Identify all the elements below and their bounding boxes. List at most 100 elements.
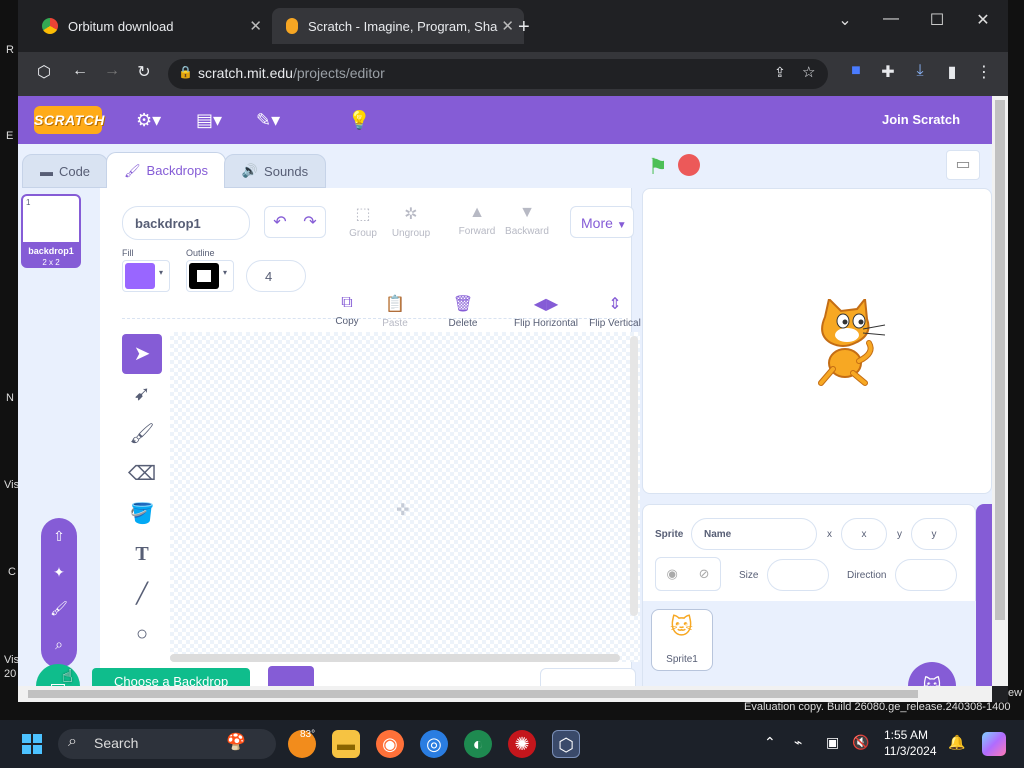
scratch-cat-sprite[interactable] bbox=[803, 299, 889, 389]
y-input[interactable]: y bbox=[911, 518, 957, 550]
undo-icon[interactable]: ↶ bbox=[273, 212, 286, 232]
chrome-icon[interactable]: ◎ bbox=[420, 730, 448, 758]
volume-icon[interactable]: 🔇 bbox=[852, 734, 869, 751]
file-menu-icon[interactable]: ▤▾ bbox=[196, 110, 222, 131]
cat-add-icon: 🐱 bbox=[922, 676, 942, 686]
tab-code[interactable]: ▬ Code bbox=[22, 154, 108, 188]
browser-window: Orbitum download ✕ Scratch - Imagine, Pr… bbox=[18, 0, 1008, 702]
fill-color-picker[interactable]: ▾ bbox=[122, 260, 170, 292]
desktop-label: C bbox=[8, 566, 16, 578]
tab-backdrops[interactable]: 🖌 Backdrops bbox=[106, 152, 226, 188]
edge-icon[interactable]: ◐ bbox=[464, 730, 492, 758]
bookmark-star-icon[interactable]: ☆ bbox=[802, 63, 815, 81]
stage-target-pane[interactable] bbox=[976, 504, 992, 686]
clock-date[interactable]: 11/3/2024 bbox=[884, 744, 937, 758]
surprise-icon[interactable]: ✦ bbox=[41, 564, 77, 581]
clock-time[interactable]: 1:55 AM bbox=[884, 728, 928, 742]
redo-icon[interactable]: ↷ bbox=[303, 212, 316, 232]
reload-icon[interactable]: ↻ bbox=[132, 62, 156, 82]
page-vertical-scrollbar[interactable] bbox=[992, 96, 1008, 686]
orbitum-menu-icon[interactable]: ⬡ bbox=[32, 62, 56, 82]
share-icon[interactable]: ⇪ bbox=[774, 64, 786, 81]
minimize-button[interactable]: — bbox=[868, 10, 914, 28]
vertical-scrollbar[interactable] bbox=[630, 336, 638, 616]
video-extension-icon[interactable]: ■ bbox=[844, 62, 868, 80]
delete-button[interactable]: 🗑 Delete bbox=[434, 294, 492, 329]
address-bar[interactable]: 🔒 scratch.mit.edu/projects/editor ⇪ ☆ bbox=[168, 59, 828, 89]
horizontal-scrollbar[interactable] bbox=[170, 654, 620, 662]
network-icon[interactable]: ⌁ bbox=[794, 734, 802, 751]
taskbar-search-box[interactable]: ⌕ Search 🍄 bbox=[58, 729, 276, 759]
orbitum-taskbar-icon[interactable]: ⬡ bbox=[552, 730, 580, 758]
size-input[interactable] bbox=[767, 559, 829, 591]
more-button[interactable]: More ▼ bbox=[570, 206, 634, 238]
firefox-icon[interactable]: ◉ bbox=[376, 730, 404, 758]
stop-icon[interactable] bbox=[678, 154, 700, 176]
settings-gear-icon[interactable]: ⚙▾ bbox=[136, 110, 161, 131]
convert-button[interactable] bbox=[268, 666, 314, 686]
desktop-label: Vis bbox=[4, 479, 20, 491]
scratch-logo[interactable]: SCRATCH bbox=[34, 106, 104, 134]
stage[interactable] bbox=[642, 188, 992, 494]
line-tool-icon[interactable]: ╱ bbox=[122, 574, 162, 614]
tab-scratch[interactable]: Scratch - Imagine, Program, Sha ✕ bbox=[272, 8, 524, 44]
costume-name-input[interactable]: backdrop1 bbox=[122, 206, 250, 240]
sprite-thumbnail[interactable]: 🐱 Sprite1 bbox=[651, 609, 713, 671]
backdrop-thumbnail[interactable]: 1 backdrop1 2 x 2 bbox=[21, 194, 81, 268]
outline-width-input[interactable]: 4 bbox=[246, 260, 306, 292]
tab-orbitum[interactable]: Orbitum download ✕ bbox=[28, 8, 272, 44]
close-tab-icon[interactable]: ✕ bbox=[249, 17, 262, 35]
upload-icon[interactable]: ⇧ bbox=[41, 528, 77, 545]
paint-icon[interactable]: 🖌 bbox=[41, 600, 77, 617]
hide-eye-icon[interactable]: ⊘ bbox=[699, 566, 710, 582]
browser-menu-icon[interactable]: ⋮ bbox=[972, 62, 996, 82]
brush-tool-icon[interactable]: 🖌 bbox=[122, 414, 162, 454]
outline-color-picker[interactable]: ▾ bbox=[186, 260, 234, 292]
download-icon[interactable]: ⤓ bbox=[908, 62, 932, 80]
show-hidden-icons-icon[interactable]: ⌃ bbox=[764, 734, 776, 751]
tab-search-icon[interactable]: ⌄ bbox=[822, 10, 868, 30]
back-icon[interactable]: ← bbox=[68, 62, 92, 80]
app-red-icon[interactable]: ✺ bbox=[508, 730, 536, 758]
text-tool-icon[interactable]: T bbox=[122, 534, 162, 574]
extensions-icon[interactable]: ✚ bbox=[876, 62, 900, 82]
edit-menu-icon[interactable]: ✎▾ bbox=[256, 110, 280, 131]
side-panel-icon[interactable]: ▮ bbox=[940, 62, 964, 82]
direction-input[interactable] bbox=[895, 559, 957, 591]
sprite-name-input[interactable]: Name bbox=[691, 518, 817, 550]
search-icon[interactable]: ⌕ bbox=[41, 636, 77, 653]
tab-sounds[interactable]: 🔊 Sounds bbox=[224, 154, 326, 188]
paste-button[interactable]: 📋 Paste bbox=[366, 294, 424, 329]
tutorials-lightbulb-icon[interactable]: 💡 bbox=[348, 110, 370, 131]
x-label: x bbox=[827, 529, 832, 540]
close-tab-icon[interactable]: ✕ bbox=[501, 17, 514, 35]
green-flag-icon[interactable]: ⚑ bbox=[648, 154, 668, 180]
notification-bell-icon[interactable]: 🔔 bbox=[948, 734, 965, 751]
start-windows-icon[interactable] bbox=[22, 734, 42, 754]
fill-bucket-tool-icon[interactable]: 🪣 bbox=[122, 494, 162, 534]
stage-size-icon[interactable]: ▭ bbox=[946, 150, 980, 180]
x-input[interactable]: x bbox=[841, 518, 887, 550]
close-window-button[interactable]: ✕ bbox=[960, 10, 1006, 30]
maximize-button[interactable]: ☐ bbox=[914, 10, 960, 30]
paste-icon: 📋 bbox=[385, 296, 405, 313]
forward-icon[interactable]: → bbox=[100, 62, 124, 80]
new-tab-button[interactable]: + bbox=[518, 16, 530, 39]
page-horizontal-scrollbar[interactable] bbox=[18, 686, 992, 702]
display-icon[interactable]: ▣ bbox=[826, 734, 839, 751]
ungroup-button[interactable]: ✲ Ungroup bbox=[382, 204, 440, 239]
tool-label: Delete bbox=[448, 318, 478, 329]
backward-button[interactable]: ▼ Backward bbox=[498, 204, 556, 237]
circle-tool-icon[interactable]: ○ bbox=[122, 614, 162, 654]
eraser-tool-icon[interactable]: ⌫ bbox=[122, 454, 162, 494]
flip-vertical-button[interactable]: ⇕ Flip Vertical bbox=[584, 294, 646, 329]
file-explorer-icon[interactable]: ▬ bbox=[332, 730, 360, 758]
show-eye-icon[interactable]: ◉ bbox=[666, 566, 677, 582]
paint-canvas[interactable]: ✜ bbox=[170, 332, 640, 662]
select-tool-icon[interactable]: ➤ bbox=[122, 334, 162, 374]
join-scratch-link[interactable]: Join Scratch bbox=[882, 112, 960, 127]
zoom-controls[interactable] bbox=[540, 668, 636, 686]
flip-horizontal-button[interactable]: ◀▶ Flip Horizontal bbox=[506, 294, 586, 329]
copilot-icon[interactable] bbox=[982, 732, 1006, 756]
reshape-tool-icon[interactable]: ➹ bbox=[122, 374, 162, 414]
